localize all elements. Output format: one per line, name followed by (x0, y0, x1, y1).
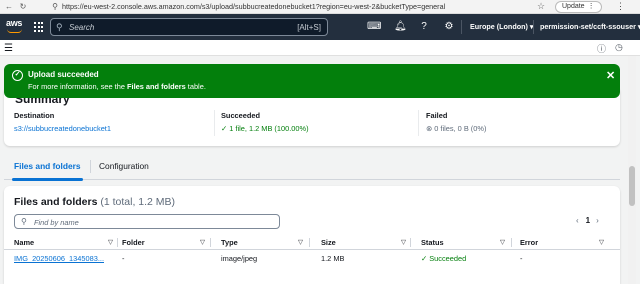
flash-message-bold: Files and folders (127, 82, 186, 91)
info-panel-icon[interactable]: ⓘ (597, 42, 606, 55)
upload-success-flash: ✓ Upload succeeded For more information,… (4, 64, 620, 98)
region-selector[interactable]: Europe (London) ▾ (470, 22, 534, 31)
browser-toolbar: ← ↻ ⚲ https://eu-west-2.console.aws.amaz… (0, 0, 640, 14)
page-scrollbar[interactable] (628, 56, 636, 284)
column-header-name[interactable]: Name (14, 238, 34, 247)
sort-icon[interactable]: ▽ (599, 238, 604, 246)
services-grid-icon[interactable] (34, 22, 44, 32)
file-size: 1.2 MB (321, 254, 345, 263)
site-info-icon[interactable]: ⚲ (50, 2, 60, 12)
account-menu[interactable]: permission-set/ccft-ssouser ▾ (540, 22, 640, 31)
failed-column: Failed ⊗ 0 files, 0 B (0%) (426, 111, 486, 133)
table-row: IMG_20250606_1345083... - image/jpeg 1.2… (4, 250, 620, 265)
files-count: (1 total, 1.2 MB) (100, 196, 176, 208)
succeeded-column: Succeeded ✓ 1 file, 1.2 MB (100.00%) (221, 111, 309, 133)
nav-divider (533, 20, 534, 34)
sort-icon[interactable]: ▽ (200, 238, 205, 246)
flash-message: For more information, see the Files and … (28, 82, 206, 91)
browser-menu-icon[interactable]: ⋮ (616, 1, 626, 12)
sort-icon[interactable]: ▽ (298, 238, 303, 246)
flash-message-suffix: table. (185, 82, 206, 91)
bookmark-star-icon[interactable]: ☆ (537, 1, 545, 12)
settings-gear-icon[interactable]: ⚙ (443, 21, 455, 33)
more-icon: ⋮ (587, 3, 595, 10)
destination-column: Destination s3://subbucreatedonebucket1 (14, 111, 111, 133)
file-status-text: Succeeded (429, 254, 467, 263)
succeeded-value: ✓ 1 file, 1.2 MB (100.00%) (221, 124, 309, 133)
address-bar[interactable]: https://eu-west-2.console.aws.amazon.com… (62, 1, 532, 13)
success-check-icon: ✓ (221, 124, 230, 133)
column-divider (309, 238, 310, 247)
aws-logo-text: aws (6, 18, 23, 28)
column-header-folder[interactable]: Folder (122, 238, 145, 247)
files-and-folders-card: Files and folders (1 total, 1.2 MB) ⚲ Fi… (4, 186, 620, 284)
destination-label: Destination (14, 111, 55, 120)
next-page-icon[interactable]: › (596, 216, 599, 225)
file-type: image/jpeg (221, 254, 258, 263)
files-title-text: Files and folders (14, 196, 98, 208)
find-placeholder: Find by name (34, 218, 79, 227)
file-status: ✓ Succeeded (421, 254, 466, 263)
cloudshell-icon[interactable]: ⌨ (367, 21, 381, 33)
column-divider (117, 238, 118, 247)
pagination: ‹ 1 › (576, 216, 599, 225)
sort-icon[interactable]: ▽ (108, 238, 113, 246)
close-icon[interactable]: ✕ (606, 69, 615, 82)
search-icon: ⚲ (21, 217, 27, 226)
failed-label: Failed (426, 111, 448, 120)
destination-link[interactable]: s3://subbucreatedonebucket1 (14, 124, 111, 133)
column-header-type[interactable]: Type (221, 238, 238, 247)
succeeded-text: 1 file, 1.2 MB (100.00%) (229, 124, 309, 133)
aws-top-navigation: aws ⚲ Search [Alt+S] ⌨ 🔔︎ ? ⚙ Europe (Lo… (0, 14, 640, 40)
refresh-icon[interactable]: ↻ (18, 2, 28, 12)
back-arrow-icon[interactable]: ← (4, 2, 14, 12)
sort-icon[interactable]: ▽ (401, 238, 406, 246)
hamburger-menu-icon[interactable]: ☰ (4, 43, 13, 54)
file-folder: - (122, 254, 125, 263)
tab-divider (90, 160, 91, 173)
column-header-status[interactable]: Status (421, 238, 444, 247)
failed-text: 0 files, 0 B (0%) (434, 124, 487, 133)
notifications-bell-icon[interactable]: 🔔︎ (394, 21, 407, 33)
failed-x-icon: ⊗ (426, 124, 435, 133)
column-divider (511, 238, 512, 247)
previous-page-icon[interactable]: ‹ (576, 216, 579, 225)
aws-smile-icon (7, 29, 22, 33)
service-bar: ☰ ⓘ ◷ (0, 40, 640, 56)
search-placeholder: Search (69, 23, 95, 32)
failed-value: ⊗ 0 files, 0 B (0%) (426, 124, 486, 133)
update-label: Update (562, 3, 585, 10)
help-icon[interactable]: ? (418, 21, 430, 33)
column-divider (210, 238, 211, 247)
file-name-link[interactable]: IMG_20250606_1345083... (14, 254, 104, 263)
search-shortcut: [Alt+S] (297, 23, 321, 32)
sort-icon[interactable]: ▽ (500, 238, 505, 246)
column-divider (410, 238, 411, 247)
files-title: Files and folders (1 total, 1.2 MB) (14, 196, 175, 208)
success-check-icon: ✓ (421, 254, 430, 263)
page-number[interactable]: 1 (586, 216, 590, 225)
column-header-size[interactable]: Size (321, 238, 336, 247)
succeeded-label: Succeeded (221, 111, 261, 120)
nav-divider (461, 20, 462, 34)
column-divider (214, 110, 215, 136)
aws-logo[interactable]: aws (6, 18, 24, 34)
find-by-name-input[interactable]: ⚲ Find by name (14, 214, 280, 229)
clock-icon[interactable]: ◷ (615, 42, 623, 53)
search-icon: ⚲ (56, 22, 63, 32)
column-header-error[interactable]: Error (520, 238, 538, 247)
global-search-input[interactable]: ⚲ Search [Alt+S] (50, 18, 328, 36)
file-error: - (520, 254, 523, 263)
tab-configuration[interactable]: Configuration (99, 152, 149, 180)
table-header: Name ▽ Folder ▽ Type ▽ Size ▽ Status ▽ E… (4, 236, 620, 250)
tab-bar: Files and folders Configuration (4, 152, 620, 181)
scrollbar-thumb[interactable] (629, 166, 635, 206)
tab-files-and-folders[interactable]: Files and folders (12, 152, 83, 181)
flash-message-prefix: For more information, see the (28, 82, 127, 91)
success-check-icon: ✓ (12, 70, 23, 81)
column-divider (418, 110, 419, 136)
flash-title: Upload succeeded (28, 70, 99, 79)
update-button[interactable]: Update ⋮ (555, 1, 602, 13)
